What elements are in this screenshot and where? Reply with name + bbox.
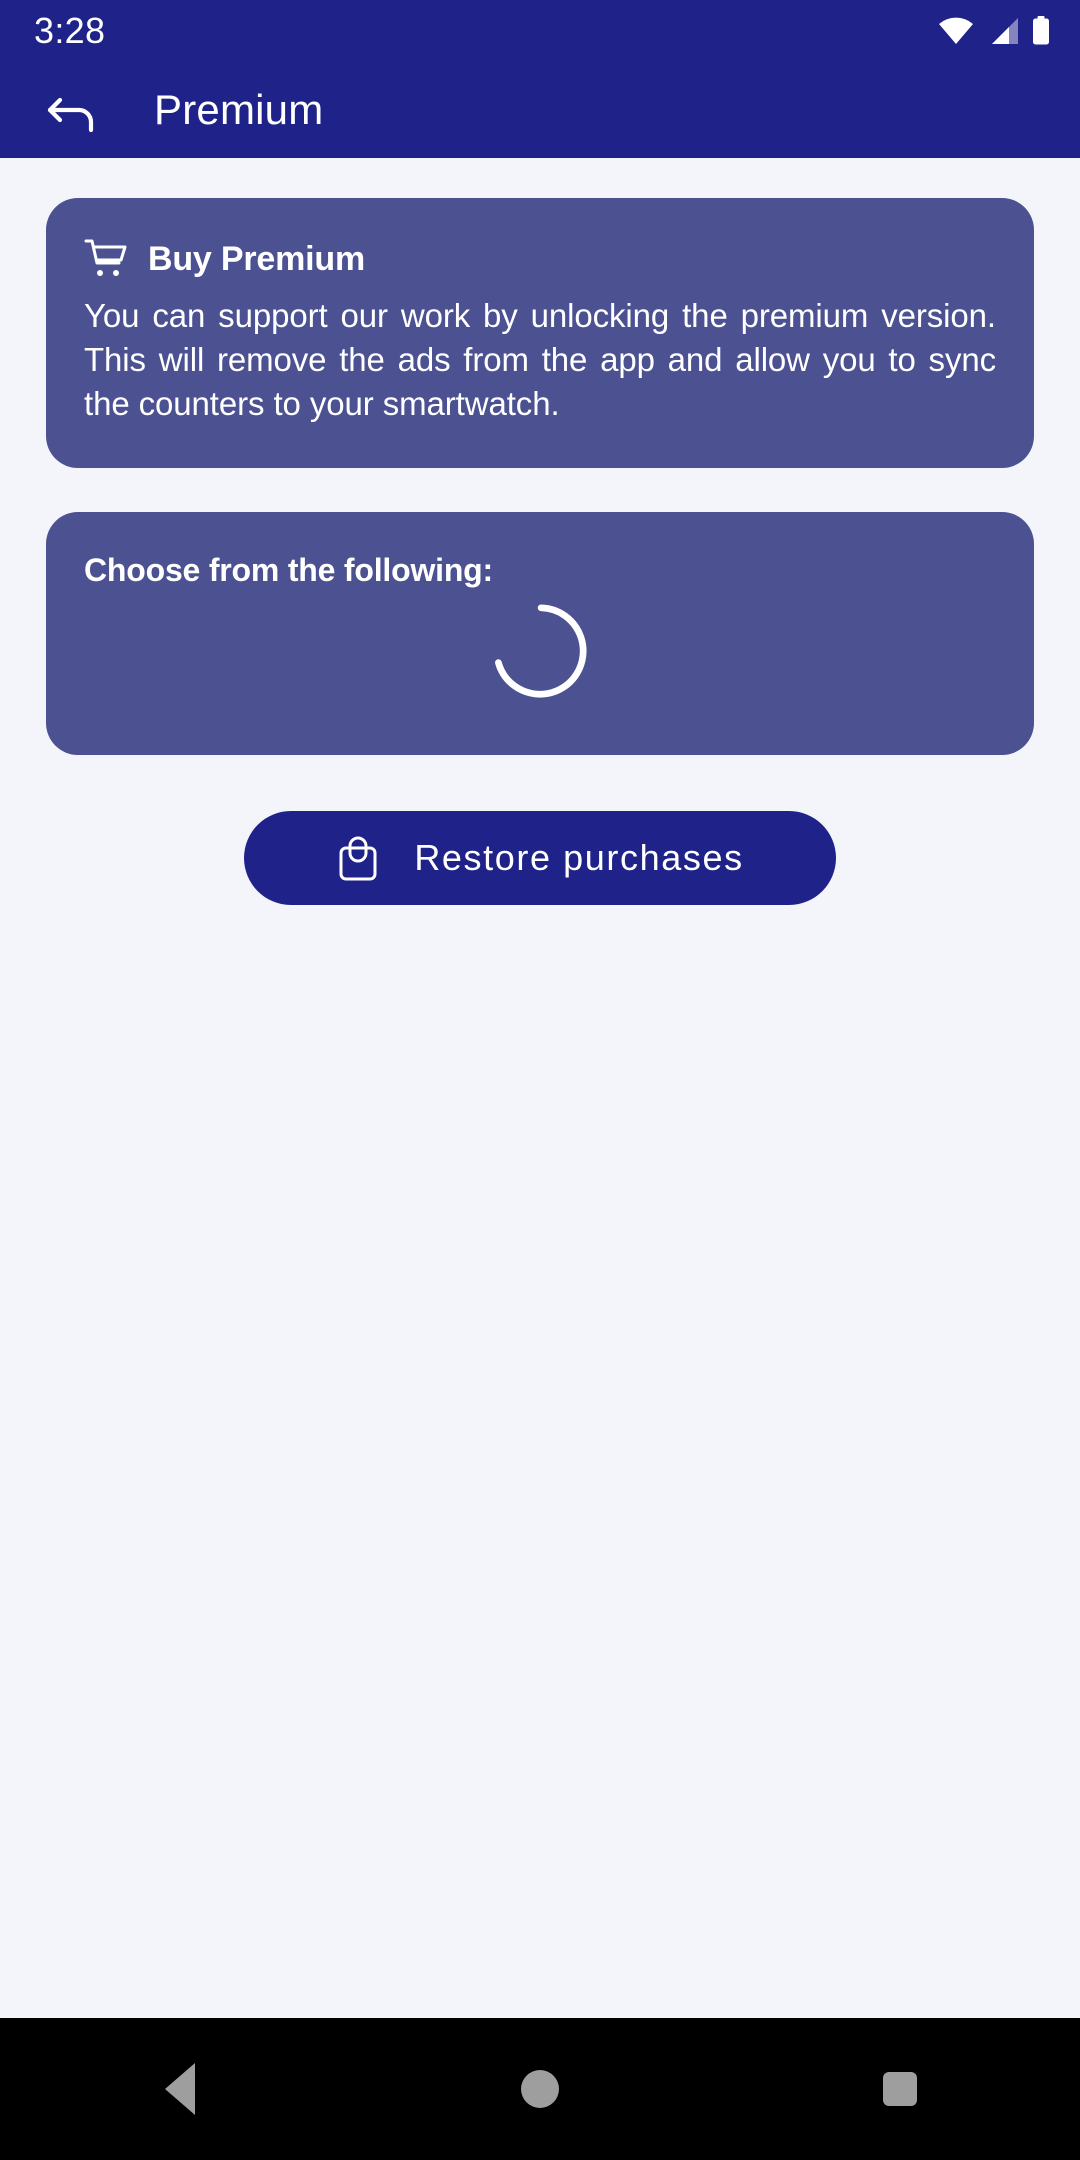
status-bar-icons <box>938 16 1050 46</box>
back-button[interactable] <box>34 71 112 149</box>
content-filler <box>46 905 1034 2018</box>
choose-plan-card: Choose from the following: <box>46 511 1034 755</box>
page-title: Premium <box>154 86 324 133</box>
wifi-icon <box>938 17 974 45</box>
loading-spinner-icon <box>492 603 588 704</box>
android-nav-bar <box>0 2018 1080 2160</box>
loading-area <box>84 595 996 713</box>
shopping-cart-icon <box>84 238 128 280</box>
buy-premium-body: You can support our work by unlocking th… <box>84 297 996 422</box>
buy-premium-header: Buy Premium <box>84 238 996 280</box>
choose-plan-title: Choose from the following: <box>84 551 493 588</box>
cell-signal-icon <box>987 17 1019 45</box>
nav-home-icon <box>521 2070 559 2108</box>
restore-purchases-button[interactable]: Restore purchases <box>244 810 836 905</box>
nav-recents-icon <box>883 2072 917 2106</box>
restore-purchases-label: Restore purchases <box>414 836 744 878</box>
buy-premium-title: Buy Premium <box>148 239 365 278</box>
battery-icon <box>1032 16 1050 46</box>
shopping-bag-icon <box>336 834 380 882</box>
app-bar: Premium <box>0 62 1080 158</box>
premium-screen: 3:28 Premium Buy Premium You can support… <box>0 0 1080 2160</box>
restore-button-row: Restore purchases <box>46 810 1034 905</box>
buy-premium-card: Buy Premium You can support our work by … <box>46 198 1034 468</box>
status-bar-clock: 3:28 <box>34 10 106 51</box>
card-spacer <box>46 468 1034 512</box>
nav-back-button[interactable] <box>105 2018 255 2160</box>
nav-home-button[interactable] <box>465 2018 615 2160</box>
nav-recents-button[interactable] <box>825 2018 975 2160</box>
nav-back-icon <box>165 2063 195 2115</box>
back-arrow-icon <box>45 81 101 140</box>
content-area: Buy Premium You can support our work by … <box>0 158 1080 2018</box>
status-bar: 3:28 <box>0 0 1080 62</box>
